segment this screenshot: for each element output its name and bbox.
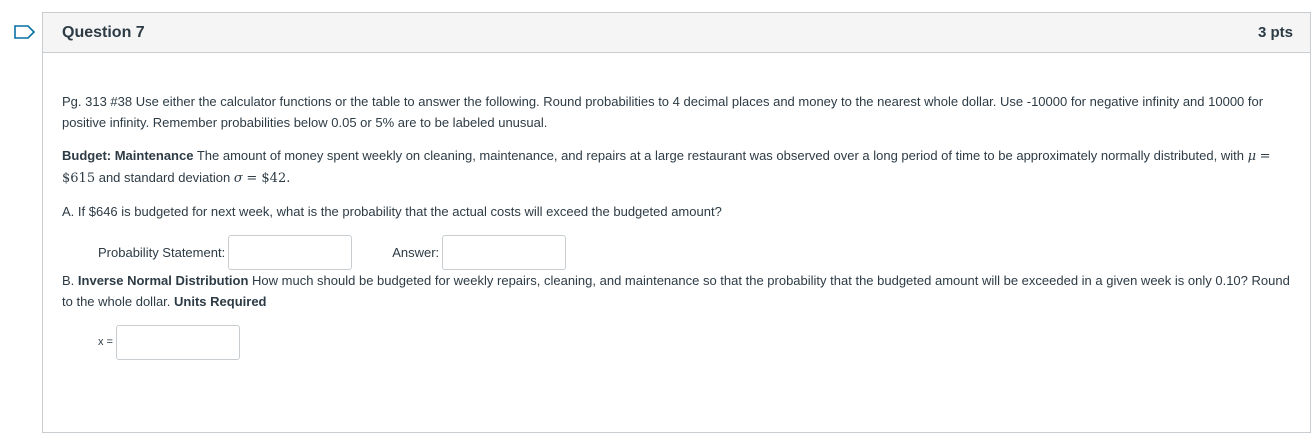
mu-symbol: μ <box>1247 149 1257 164</box>
answer-label: Answer: <box>392 244 440 260</box>
flag-question-icon[interactable] <box>14 25 36 39</box>
question-intro: Pg. 313 #38 Use either the calculator fu… <box>62 94 1264 130</box>
question-body: Pg. 313 #38 Use either the calculator fu… <box>43 53 1310 360</box>
part-b-answer-row: x = <box>98 324 1291 360</box>
part-b-paragraph: B. Inverse Normal Distribution How much … <box>62 270 1291 312</box>
part-b-prefix: B. <box>62 273 75 288</box>
units-required: Units Required <box>174 294 267 309</box>
part-a-text: A. If $646 is budgeted for next week, wh… <box>62 204 722 219</box>
part-b-heading: Inverse Normal Distribution <box>77 273 249 288</box>
question-title: Question 7 <box>62 23 145 41</box>
sigma-value: = $42 <box>246 171 287 186</box>
budget-text: The amount of money spent weekly on clea… <box>196 148 1244 163</box>
probability-statement-label: Probability Statement: <box>98 244 226 260</box>
x-input[interactable] <box>115 324 240 360</box>
sd-text: and standard deviation <box>98 170 231 185</box>
answer-input[interactable] <box>442 234 567 270</box>
sigma-period: . <box>286 171 291 186</box>
question-header: Question 7 3 pts <box>43 13 1310 53</box>
question-points: 3 pts <box>1257 24 1293 41</box>
sigma-symbol: σ <box>233 171 243 186</box>
budget-heading: Budget: Maintenance <box>62 148 194 163</box>
x-label: x = <box>98 335 113 348</box>
question-card: Question 7 3 pts Pg. 313 #38 Use either … <box>42 12 1311 433</box>
budget-paragraph: Budget: Maintenance The amount of money … <box>62 145 1291 189</box>
probability-statement-input[interactable] <box>228 234 353 270</box>
part-a-answer-row: Probability Statement: Answer: <box>98 234 1291 270</box>
